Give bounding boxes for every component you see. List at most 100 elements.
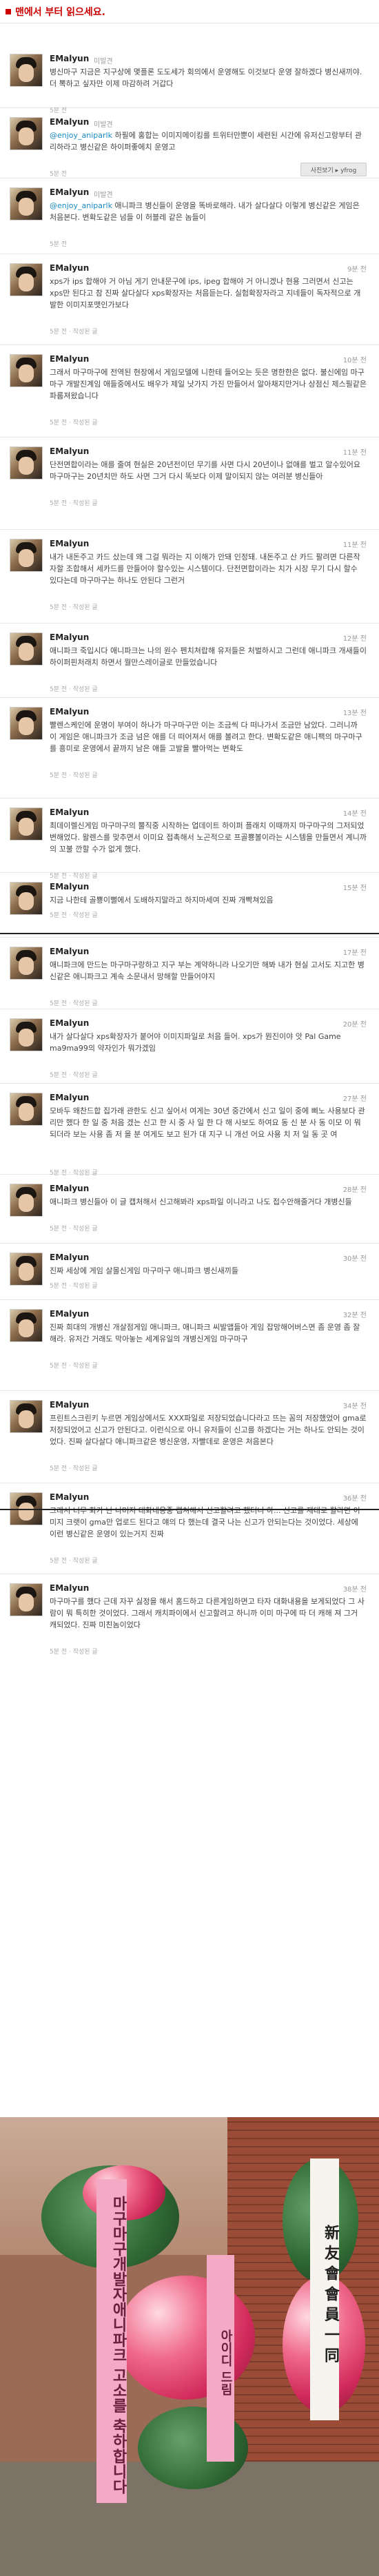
tweet-footer[interactable]: 5분 전 · 작성된 글 — [50, 1556, 98, 1565]
mention-link[interactable]: @enjoy_aniparlk — [50, 131, 112, 140]
avatar[interactable] — [10, 1253, 43, 1286]
tweet-timestamp[interactable]: 32분 전 — [343, 1309, 367, 1319]
tweet-username[interactable]: EMalyun — [50, 1583, 89, 1593]
tweet-username[interactable]: EMalyun — [50, 446, 89, 456]
tweet-username[interactable]: EMalyun — [50, 807, 89, 817]
tweet-footer[interactable]: 5분 전 · 작성된 글 — [50, 1168, 98, 1177]
tweet-footer[interactable]: 5분 전 · 작성된 글 — [50, 684, 98, 693]
avatar[interactable] — [10, 1309, 43, 1342]
avatar[interactable] — [10, 54, 43, 87]
tweet-timestamp[interactable]: 17분 전 — [343, 947, 367, 957]
avatar[interactable] — [10, 1093, 43, 1126]
tweet-username[interactable]: EMalyun — [50, 117, 89, 127]
tweet-timestamp[interactable]: 27분 전 — [343, 1093, 367, 1103]
tweet-footer[interactable]: 5분 전 · 작성된 글 — [50, 910, 98, 919]
tweet-item[interactable]: EMalyun 미발견 @enjoy_aniparlk 하필에 홍합는 이미지메이킹… — [0, 112, 379, 181]
tweet-timestamp[interactable]: 30분 전 — [343, 1253, 367, 1263]
tweet-username[interactable]: EMalyun — [50, 187, 89, 197]
avatar[interactable] — [10, 1018, 43, 1051]
tweet-footer[interactable]: 5분 전 · 작성된 글 — [50, 1070, 98, 1079]
tweet-timestamp[interactable]: 미발견 — [94, 55, 113, 65]
tweet-item[interactable]: EMalyun 13분 전 빨렌스케인에 운명이 부여이 하나가 마구마구만 이는 … — [0, 701, 379, 779]
avatar[interactable] — [10, 707, 43, 740]
tweet-footer[interactable]: 5분 전 · 작성된 글 — [50, 602, 98, 611]
tweet-timestamp[interactable]: 36분 전 — [343, 1492, 367, 1503]
tweet-timestamp[interactable]: 12분 전 — [343, 632, 367, 643]
tweet-item[interactable]: EMalyun 32분 전 진짜 희대의 개병신 개살점게임 애니파크, 애니파크 … — [0, 1304, 379, 1372]
tweet-timestamp[interactable]: 9분 전 — [347, 263, 367, 274]
tweet-timestamp[interactable]: 미발견 — [94, 189, 113, 199]
tweet-timestamp[interactable]: 38분 전 — [343, 1583, 367, 1594]
tweet-username[interactable]: EMalyun — [50, 354, 89, 364]
tweet-username[interactable]: EMalyun — [50, 1018, 89, 1028]
tweet-item[interactable]: EMalyun 17분 전 애니파크에 만드는 마구마구랑하고 지구 부는 계약하니… — [0, 941, 379, 1010]
tweet-username[interactable]: EMalyun — [50, 263, 89, 273]
tweet-timestamp[interactable]: 15분 전 — [343, 882, 367, 892]
tweet-footer[interactable]: 5분 전 · 작성된 글 — [50, 998, 98, 1007]
tweet-timestamp[interactable]: 11분 전 — [343, 446, 367, 457]
tweet-footer[interactable]: 5분 전 · 작성된 글 — [50, 1463, 98, 1472]
tweet-username[interactable]: EMalyun — [50, 707, 89, 717]
tweet-username[interactable]: EMalyun — [50, 1253, 89, 1262]
tweet-username[interactable]: EMalyun — [50, 947, 89, 956]
photo-preview-button[interactable]: 사진보기 ▸ yfrog — [300, 163, 367, 176]
tweet-footer[interactable]: 5분 전 · 작성된 글 — [50, 1224, 98, 1233]
tweet-timestamp[interactable]: 14분 전 — [343, 807, 367, 818]
avatar[interactable] — [10, 117, 43, 150]
mention-link[interactable]: @enjoy_aniparlk — [50, 201, 112, 210]
tweet-item[interactable]: EMalyun 미발견 @enjoy_aniparlk 애니파크 병신들이 운영을 … — [0, 182, 379, 251]
tweet-username[interactable]: EMalyun — [50, 1400, 89, 1410]
tweet-footer[interactable]: 5분 전 · 작성된 글 — [50, 418, 98, 426]
avatar[interactable] — [10, 539, 43, 572]
tweet-item[interactable]: EMalyun 15분 전 지금 나한테 골뿅이뻘에서 도배하지말라고 하지마세여 … — [0, 876, 379, 945]
tweet-username[interactable]: EMalyun — [50, 1309, 89, 1319]
avatar[interactable] — [10, 354, 43, 387]
tweet-footer[interactable]: 5분 전 · 작성된 글 — [50, 1647, 98, 1656]
tweet-footer[interactable]: 5분 전 · 작성된 글 — [50, 498, 98, 507]
avatar[interactable] — [10, 1400, 43, 1433]
avatar[interactable] — [10, 446, 43, 480]
avatar[interactable] — [10, 882, 43, 915]
tweet-item[interactable]: EMalyun 28분 전 애니파크 병신들아 이 글 캡처해서 신고해봐라 xps… — [0, 1178, 379, 1247]
tweet-item[interactable]: EMalyun 36분 전 그래서 너무 화가 난 나머지 대화내용중 캡쳐해서 신… — [0, 1487, 379, 1565]
tweet-item[interactable]: EMalyun 34분 전 프린트스크린키 누르면 게임상에서도 XXX파일로 저장… — [0, 1394, 379, 1472]
tweet-footer[interactable]: 5분 전 — [50, 169, 67, 178]
tweet-item[interactable]: EMalyun 11분 전 내가 내돈주고 카드 샀는데 왜 그걸 뭐라는 지 이해… — [0, 533, 379, 611]
tweet-username[interactable]: EMalyun — [50, 1184, 89, 1193]
tweet-username[interactable]: EMalyun — [50, 54, 89, 63]
ribbon-left: 마구마구개발자애니파크 고소를 축하합니다 — [96, 2179, 127, 2503]
avatar[interactable] — [10, 187, 43, 220]
tweet-timestamp[interactable]: 13분 전 — [343, 707, 367, 717]
tweet-timestamp[interactable]: 미발견 — [94, 119, 113, 129]
tweet-item[interactable]: EMalyun 38분 전 마구마구를 했다 근데 자꾸 싫정을 해서 홈드하고 다… — [0, 1578, 379, 1656]
tweet-item[interactable]: EMalyun 14분 전 최데이렐신게임 마구마구의 뿔직중 시작하는 업데이트 … — [0, 802, 379, 880]
avatar[interactable] — [10, 1583, 43, 1616]
tweet-footer[interactable]: 5분 전 · 작성된 글 — [50, 327, 98, 336]
tweet-footer[interactable]: 5분 전 · 작성된 글 — [50, 770, 98, 779]
tweet-footer[interactable]: 5분 전 · 작성된 글 — [50, 1281, 98, 1290]
tweet-footer[interactable]: 5분 전 — [50, 239, 67, 248]
tweet-timestamp[interactable]: 11분 전 — [343, 539, 367, 549]
avatar[interactable] — [10, 632, 43, 666]
tweet-username[interactable]: EMalyun — [50, 539, 89, 548]
tweet-timestamp[interactable]: 28분 전 — [343, 1184, 367, 1194]
tweet-username[interactable]: EMalyun — [50, 1492, 89, 1502]
tweet-item[interactable]: EMalyun 미발견 병신마구 지금은 지구상에 몇플론 도도세가 회의에서 운영… — [0, 48, 379, 117]
avatar[interactable] — [10, 1184, 43, 1217]
tweet-item[interactable]: EMalyun 27분 전 모바두 왜찬드합 집가래 관한도 신고 싶어서 여게는 … — [0, 1087, 379, 1177]
tweet-username[interactable]: EMalyun — [50, 882, 89, 892]
tweet-item[interactable]: EMalyun 10분 전 그래서 마구마구에 전역된 현장에서 게임모델에 니한테… — [0, 349, 379, 426]
tweet-username[interactable]: EMalyun — [50, 632, 89, 642]
tweet-username[interactable]: EMalyun — [50, 1093, 89, 1102]
avatar[interactable] — [10, 807, 43, 841]
tweet-item[interactable]: EMalyun 20분 전 내가 살다살다 xps확장자가 붙어야 이미지파일로 처… — [0, 1013, 379, 1082]
tweet-timestamp[interactable]: 34분 전 — [343, 1400, 367, 1410]
tweet-item[interactable]: EMalyun 9분 전 xps가 ips 합해야 거 아님 게기 안내문구에 ip… — [0, 258, 379, 336]
avatar[interactable] — [10, 263, 43, 296]
tweet-timestamp[interactable]: 20분 전 — [343, 1018, 367, 1029]
tweet-item[interactable]: EMalyun 12분 전 애니파크 죽입시다 애니파크는 나의 원수 펜치쳐랍해 … — [0, 627, 379, 696]
tweet-item[interactable]: EMalyun 11분 전 단전면합이라는 애를 줄여 현실은 20년전이던 무기를… — [0, 441, 379, 510]
avatar[interactable] — [10, 947, 43, 980]
tweet-footer[interactable]: 5분 전 · 작성된 글 — [50, 1361, 98, 1370]
tweet-timestamp[interactable]: 10분 전 — [343, 354, 367, 364]
